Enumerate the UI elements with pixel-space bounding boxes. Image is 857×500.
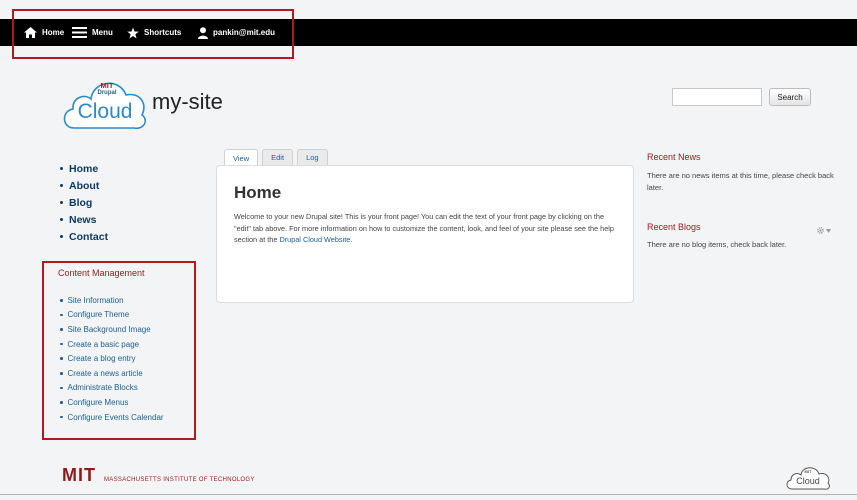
menu-icon bbox=[72, 27, 87, 38]
home-icon bbox=[24, 27, 37, 38]
nav-item-label: About bbox=[69, 179, 100, 192]
toolbar-home-label: Home bbox=[42, 28, 65, 37]
bullet-icon bbox=[60, 313, 63, 317]
site-name[interactable]: my-site bbox=[152, 89, 223, 115]
tab-view[interactable]: View bbox=[224, 149, 259, 166]
nav-item-home[interactable]: Home bbox=[60, 160, 108, 177]
footer-cloud-logo[interactable]: MIT Cloud bbox=[785, 463, 831, 491]
cm-item-administrate-blocks[interactable]: Administrate Blocks bbox=[60, 381, 164, 396]
toolbar-menu-link[interactable]: Menu bbox=[72, 19, 113, 46]
content-management-title: Content Management bbox=[58, 268, 145, 278]
cm-item-label: Create a blog entry bbox=[67, 354, 136, 364]
cm-item-label: Create a basic page bbox=[67, 339, 140, 349]
nav-item-news[interactable]: News bbox=[60, 211, 108, 228]
footer-cloud-mit: MIT bbox=[804, 469, 812, 474]
nav-item-contact[interactable]: Contact bbox=[60, 228, 108, 245]
toolbar-shortcuts-link[interactable]: Shortcuts bbox=[127, 19, 181, 46]
nav-item-about[interactable]: About bbox=[60, 177, 108, 194]
nav-item-label: Blog bbox=[69, 196, 93, 209]
content-management-list: Site Information Configure Theme Site Ba… bbox=[60, 293, 164, 424]
toolbar-user-label: pankin@mit.edu bbox=[213, 28, 276, 37]
toolbar-shortcuts-label: Shortcuts bbox=[144, 28, 182, 37]
cm-item-create-basic-page[interactable]: Create a basic page bbox=[60, 337, 164, 352]
cm-item-label: Site Information bbox=[67, 295, 124, 305]
logo-cloud-text: Cloud bbox=[77, 100, 133, 123]
toolbar-home-link[interactable]: Home bbox=[24, 19, 64, 46]
main-navigation: Home About Blog News Contact bbox=[60, 160, 108, 245]
nav-item-label: Home bbox=[69, 162, 99, 175]
cm-item-label: Administrate Blocks bbox=[67, 383, 138, 393]
page-body: Welcome to your new Drupal site! This is… bbox=[234, 211, 619, 246]
search-button[interactable]: Search bbox=[769, 88, 811, 106]
recent-blogs-title: Recent Blogs bbox=[647, 222, 701, 232]
cm-item-site-background-image[interactable]: Site Background Image bbox=[60, 322, 164, 337]
cm-item-site-information[interactable]: Site Information bbox=[60, 293, 164, 308]
cm-item-create-blog-entry[interactable]: Create a blog entry bbox=[60, 351, 164, 366]
cm-item-configure-theme[interactable]: Configure Theme bbox=[60, 308, 164, 323]
recent-news-title: Recent News bbox=[647, 152, 701, 162]
mit-logo-text: MIT bbox=[62, 465, 96, 485]
mit-footer-logo[interactable]: MIT MASSACHUSETTS INSTITUTE OF TECHNOLOG… bbox=[62, 466, 255, 484]
bullet-icon bbox=[60, 386, 63, 390]
recent-blogs-text: There are no blog items, check back late… bbox=[647, 240, 787, 249]
bullet-icon bbox=[60, 167, 63, 170]
cm-item-label: Configure Menus bbox=[67, 397, 129, 407]
toolbar-user-link[interactable]: pankin@mit.edu bbox=[198, 19, 275, 46]
nav-item-label: News bbox=[69, 213, 97, 226]
drupal-cloud-website-link[interactable]: Drupal Cloud Website bbox=[279, 235, 350, 244]
gear-icon bbox=[817, 227, 824, 234]
cm-item-label: Configure Theme bbox=[67, 310, 130, 320]
page-tabs: View Edit Log bbox=[224, 149, 328, 166]
bullet-icon bbox=[60, 201, 63, 204]
user-icon bbox=[198, 26, 208, 39]
tab-log[interactable]: Log bbox=[297, 149, 328, 165]
logo-drupal-text: Drupal bbox=[97, 90, 117, 96]
bullet-icon bbox=[60, 415, 63, 419]
bullet-icon bbox=[60, 299, 63, 302]
page-body-text-end: . bbox=[350, 235, 353, 244]
bullet-icon bbox=[60, 218, 63, 221]
admin-toolbar: Home Menu Shortcuts pankin@mit.edu bbox=[0, 19, 857, 46]
bullet-icon bbox=[60, 372, 63, 375]
cm-item-label: Configure Events Calendar bbox=[67, 412, 164, 422]
recent-news-text: There are no news items at this time, pl… bbox=[647, 171, 834, 192]
cm-item-label: Create a news article bbox=[67, 368, 143, 378]
bullet-icon bbox=[60, 357, 63, 360]
toolbar-menu-label: Menu bbox=[92, 28, 113, 37]
bullet-icon bbox=[60, 184, 63, 187]
chevron-down-icon bbox=[826, 228, 831, 233]
block-configure-gear[interactable] bbox=[816, 226, 831, 235]
site-logo[interactable]: MIT Drupal Cloud bbox=[60, 72, 150, 132]
logo-mit-text: MIT bbox=[100, 81, 114, 90]
bullet-icon bbox=[60, 235, 63, 238]
mit-institute-text: MASSACHUSETTS INSTITUTE OF TECHNOLOGY bbox=[104, 477, 255, 483]
bullet-icon bbox=[60, 328, 63, 331]
page-title: Home bbox=[234, 183, 282, 202]
footer-cloud-text: Cloud bbox=[796, 476, 820, 486]
nav-item-label: Contact bbox=[69, 230, 109, 243]
bullet-icon bbox=[60, 401, 63, 404]
cm-item-label: Site Background Image bbox=[67, 324, 151, 334]
tab-edit[interactable]: Edit bbox=[262, 149, 294, 165]
bullet-icon bbox=[60, 342, 63, 346]
cm-item-configure-events-calendar[interactable]: Configure Events Calendar bbox=[60, 410, 164, 425]
bottom-divider bbox=[0, 494, 857, 495]
cm-item-create-news-article[interactable]: Create a news article bbox=[60, 366, 164, 381]
nav-item-blog[interactable]: Blog bbox=[60, 194, 108, 211]
star-icon bbox=[127, 27, 139, 38]
search-input[interactable] bbox=[672, 88, 762, 106]
cm-item-configure-menus[interactable]: Configure Menus bbox=[60, 395, 164, 410]
